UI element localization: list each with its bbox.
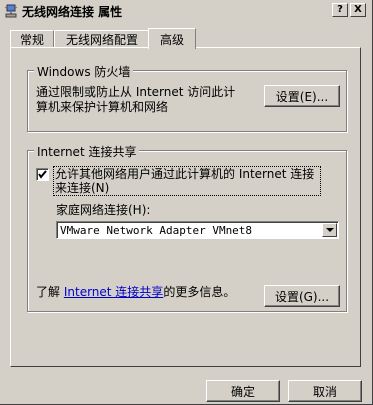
tab-label: 常规 bbox=[19, 33, 44, 47]
window-title: 无线网络连接 属性 bbox=[22, 4, 123, 19]
tab-label: 无线网络配置 bbox=[65, 33, 138, 47]
help-button[interactable]: ? bbox=[332, 3, 348, 17]
tab-label: 高级 bbox=[159, 32, 184, 47]
properties-dialog: 无线网络连接 属性 ? X 常规 无线网络配置 高级 Windows 防火墙 通… bbox=[0, 0, 373, 405]
tab-panel-advanced: Windows 防火墙 通过限制或防止从 Internet 访问此计 算机来保护… bbox=[10, 47, 361, 367]
allow-sharing-checkbox[interactable] bbox=[36, 168, 49, 181]
ics-group: Internet 连接共享 允许其他网络用户通过此计算机的 Internet 连… bbox=[27, 143, 347, 312]
learn-more-text: 了解 Internet 连接共享的更多信息。 bbox=[36, 285, 235, 300]
tab-general[interactable]: 常规 bbox=[10, 30, 54, 48]
learn-suffix: 的更多信息。 bbox=[163, 285, 236, 299]
firewall-description-line2: 算机来保护计算机和网络 bbox=[36, 100, 169, 114]
cancel-button[interactable]: 取消 bbox=[288, 380, 362, 402]
home-network-select[interactable]: VMware Network Adapter VMnet8 bbox=[56, 221, 339, 239]
ics-group-label: Internet 连接共享 bbox=[34, 143, 140, 160]
firewall-description-line1: 通过限制或防止从 Internet 访问此计 bbox=[36, 85, 236, 99]
checkmark-icon bbox=[38, 170, 47, 179]
ics-settings-button[interactable]: 设置(G)... bbox=[264, 285, 340, 307]
network-connection-icon bbox=[4, 4, 18, 18]
learn-prefix: 了解 bbox=[36, 285, 61, 299]
chevron-down-icon[interactable] bbox=[322, 223, 337, 237]
ics-help-link[interactable]: Internet 连接共享 bbox=[64, 285, 163, 299]
tab-wireless-config[interactable]: 无线网络配置 bbox=[54, 30, 150, 48]
home-network-label: 家庭网络连接(H): bbox=[56, 203, 151, 217]
allow-sharing-label[interactable]: 允许其他网络用户通过此计算机的 Internet 连接 来连接(N) bbox=[53, 166, 321, 196]
firewall-group: Windows 防火墙 通过限制或防止从 Internet 访问此计 算机来保护… bbox=[27, 63, 347, 132]
ok-button[interactable]: 确定 bbox=[206, 380, 280, 402]
title-bar[interactable]: 无线网络连接 属性 ? X bbox=[2, 2, 370, 20]
allow-sharing-label-line2: 来连接(N) bbox=[55, 181, 110, 195]
home-network-value: VMware Network Adapter VMnet8 bbox=[60, 223, 253, 237]
close-button[interactable]: X bbox=[350, 3, 366, 17]
firewall-group-label: Windows 防火墙 bbox=[34, 63, 134, 80]
allow-sharing-label-line1: 允许其他网络用户通过此计算机的 Internet 连接 bbox=[55, 167, 315, 181]
tab-advanced[interactable]: 高级 bbox=[148, 28, 196, 49]
firewall-settings-button[interactable]: 设置(E)... bbox=[264, 85, 340, 107]
